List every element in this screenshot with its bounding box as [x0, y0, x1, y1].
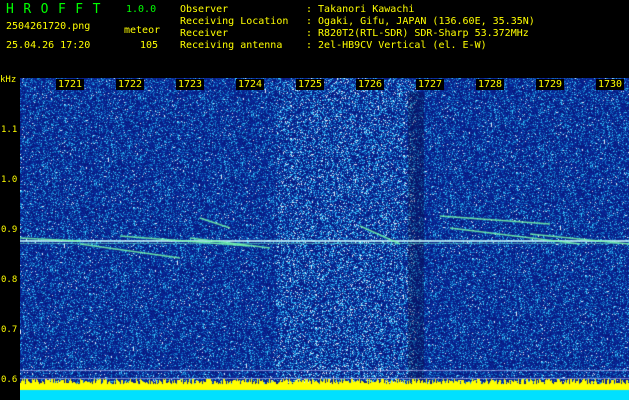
minute-label: 1723 — [176, 79, 205, 90]
minute-label: 1727 — [416, 79, 445, 90]
app-title: HROFFT — [6, 2, 110, 17]
app-version: 1.0.0 — [126, 4, 157, 15]
y-tick-0.6: 0.6 — [1, 375, 18, 385]
file-name: 2504261720.png — [6, 21, 91, 32]
minute-label: 1722 — [116, 79, 145, 90]
frequency-axis: 1.1 1.0 0.9 0.8 0.7 0.6 — [0, 78, 20, 400]
spectrogram: 1721 1722 1723 1724 1725 1726 1727 1728 … — [20, 78, 629, 400]
minute-label: 1721 — [56, 79, 85, 90]
y-tick-1.1: 1.1 — [1, 125, 18, 135]
location-value: : Ogaki, Gifu, JAPAN (136.60E, 35.35N) — [306, 16, 535, 27]
minute-label: 1725 — [296, 79, 325, 90]
antenna-value: : 2el-HB9CV Vertical (el. E-W) — [306, 40, 487, 51]
header-panel: HROFFT 1.0.0 2504261720.png meteor 25.04… — [0, 0, 629, 78]
meteor-count: 105 — [140, 40, 159, 51]
y-tick-0.8: 0.8 — [1, 275, 18, 285]
receiver-label: Receiver — [180, 28, 229, 39]
y-tick-0.7: 0.7 — [1, 325, 18, 335]
spectrogram-canvas — [20, 78, 629, 400]
location-label: Receiving Location — [180, 16, 289, 27]
minute-label: 1728 — [476, 79, 505, 90]
antenna-label: Receiving antenna — [180, 40, 283, 51]
observer-label: Observer — [180, 4, 229, 15]
observer-value: : Takanori Kawachi — [306, 4, 415, 15]
minute-label: 1726 — [356, 79, 385, 90]
minute-label: 1729 — [536, 79, 565, 90]
y-tick-1.0: 1.0 — [1, 175, 18, 185]
y-tick-0.9: 0.9 — [1, 225, 18, 235]
detection-mode: meteor — [124, 25, 161, 36]
receiver-value: : R820T2(RTL-SDR) SDR-Sharp 53.372MHz — [306, 28, 529, 39]
capture-datetime: 25.04.26 17:20 — [6, 40, 91, 51]
minute-label: 1724 — [236, 79, 265, 90]
minute-label: 1730 — [596, 79, 625, 90]
frequency-unit: kHz — [0, 75, 17, 85]
